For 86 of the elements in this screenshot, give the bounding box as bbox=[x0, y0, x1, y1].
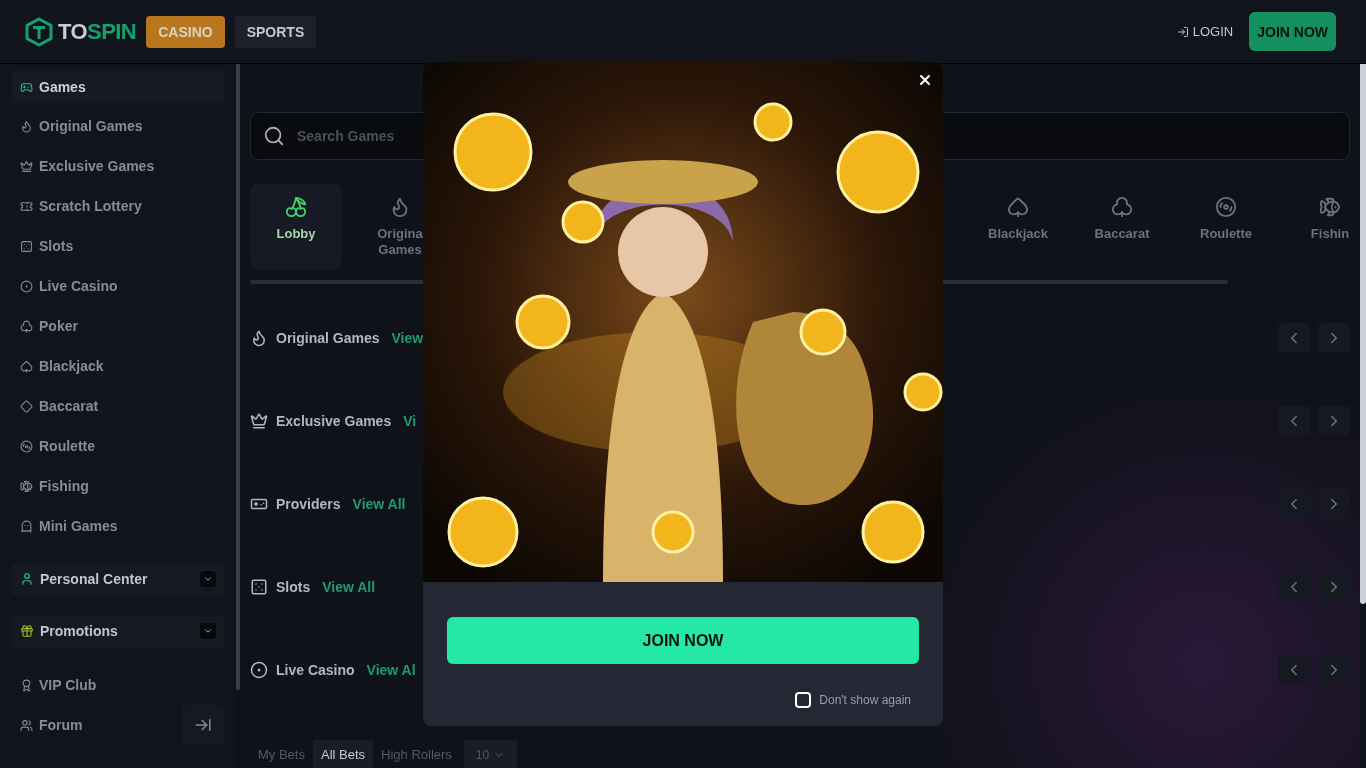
section-title: Providers bbox=[276, 494, 341, 514]
bets-tab[interactable]: My Bets bbox=[250, 740, 313, 768]
logo-icon bbox=[24, 16, 54, 47]
previous-button[interactable] bbox=[1278, 655, 1310, 684]
category-tab[interactable]: Blackjack bbox=[966, 184, 1070, 270]
wheel-icon bbox=[20, 439, 33, 453]
chip-icon bbox=[250, 660, 268, 679]
login-icon bbox=[1176, 25, 1189, 38]
flame-icon bbox=[20, 119, 33, 133]
previous-button[interactable] bbox=[1278, 323, 1310, 352]
section-title: Live Casino bbox=[276, 660, 355, 680]
bets-tab[interactable]: All Bets bbox=[312, 740, 374, 768]
sidebar-group[interactable]: Personal Center bbox=[12, 563, 224, 595]
category-tab[interactable]: Lobby bbox=[250, 184, 342, 270]
sidebar-item[interactable]: Games bbox=[12, 71, 224, 103]
sidebar-group[interactable]: Promotions bbox=[12, 615, 224, 647]
view-all-link[interactable]: View All bbox=[352, 493, 406, 514]
previous-button[interactable] bbox=[1278, 572, 1310, 601]
scrollbar-thumb[interactable] bbox=[1360, 64, 1366, 604]
crown-icon bbox=[20, 159, 33, 173]
wheel-icon bbox=[1215, 196, 1237, 218]
next-button[interactable] bbox=[1318, 572, 1350, 601]
dice-icon bbox=[20, 239, 33, 253]
close-icon bbox=[917, 72, 933, 88]
sidebar-item[interactable]: Forum bbox=[12, 715, 91, 735]
sidebar-item[interactable]: Slots bbox=[12, 226, 224, 266]
sidebar-item[interactable]: Blackjack bbox=[12, 346, 224, 386]
spade-icon bbox=[20, 359, 33, 373]
gamepad-icon bbox=[20, 80, 33, 94]
club-icon bbox=[20, 319, 33, 333]
section-title: Exclusive Games bbox=[276, 411, 392, 431]
gift-icon bbox=[20, 624, 34, 638]
view-all-link[interactable]: View bbox=[391, 327, 424, 348]
cherry-icon bbox=[285, 196, 307, 218]
view-all-link[interactable]: View All bbox=[322, 576, 376, 597]
expand-toggle[interactable] bbox=[200, 623, 216, 639]
badge-icon bbox=[20, 678, 33, 692]
next-button[interactable] bbox=[1318, 406, 1350, 435]
spade-icon bbox=[1007, 196, 1029, 218]
previous-button[interactable] bbox=[1278, 489, 1310, 518]
diamond-icon bbox=[20, 399, 33, 413]
chevron-icon bbox=[203, 574, 213, 584]
category-tab[interactable]: Origina Games bbox=[354, 184, 446, 270]
collapse-sidebar-button[interactable] bbox=[182, 705, 224, 745]
ghost-icon bbox=[20, 519, 33, 533]
expand-toggle[interactable] bbox=[200, 571, 216, 587]
section-title: Original Games bbox=[276, 328, 380, 348]
section-title: Slots bbox=[276, 577, 311, 597]
sidebar-item[interactable]: Fishing bbox=[12, 466, 224, 506]
join-now-button[interactable]: JOIN NOW bbox=[447, 617, 919, 664]
category-tab[interactable]: Roulette bbox=[1174, 184, 1278, 270]
fish-icon bbox=[20, 479, 33, 493]
category-tab[interactable]: Fishin bbox=[1278, 184, 1350, 270]
dont-show-checkbox[interactable]: Don't show again bbox=[795, 692, 911, 708]
fish-icon bbox=[1319, 196, 1341, 218]
arrow-to-line-icon bbox=[194, 716, 212, 734]
sidebar-item[interactable]: Exclusive Games bbox=[12, 146, 224, 186]
sidebar-item[interactable]: Mini Games bbox=[12, 506, 224, 546]
crown-icon bbox=[250, 411, 268, 430]
join-now-button[interactable]: JOIN NOW bbox=[1249, 12, 1336, 51]
chip-icon bbox=[20, 279, 33, 293]
sidebar-item[interactable]: Scratch Lottery bbox=[12, 186, 224, 226]
sidebar-item[interactable]: Original Games bbox=[12, 106, 224, 146]
sidebar-item[interactable]: Live Casino bbox=[12, 266, 224, 306]
dice-icon bbox=[250, 577, 268, 596]
sidebar-item[interactable]: VIP Club bbox=[12, 675, 105, 695]
people-icon bbox=[20, 718, 33, 732]
chevron-icon bbox=[203, 626, 213, 636]
next-button[interactable] bbox=[1318, 489, 1350, 518]
next-button[interactable] bbox=[1318, 655, 1350, 684]
sidebar-item[interactable]: Baccarat bbox=[12, 386, 224, 426]
category-tab[interactable]: Baccarat bbox=[1070, 184, 1174, 270]
logo-text: TOSPIN bbox=[58, 18, 137, 46]
view-all-link[interactable]: Vi bbox=[403, 410, 417, 431]
nav-tab[interactable]: SPORTS bbox=[234, 15, 317, 48]
user-icon bbox=[20, 572, 34, 586]
search-field[interactable]: Search Games bbox=[297, 126, 1337, 146]
next-button[interactable] bbox=[1318, 323, 1350, 352]
flame-icon bbox=[250, 328, 268, 347]
view-all-link[interactable]: View Al bbox=[366, 659, 416, 680]
ticket-icon bbox=[20, 199, 33, 213]
sidebar-item[interactable]: Poker bbox=[12, 306, 224, 346]
previous-button[interactable] bbox=[1278, 406, 1310, 435]
search-icon bbox=[263, 125, 285, 147]
login-button[interactable]: LOGIN bbox=[1176, 21, 1234, 42]
sidebar-item[interactable]: Roulette bbox=[12, 426, 224, 466]
